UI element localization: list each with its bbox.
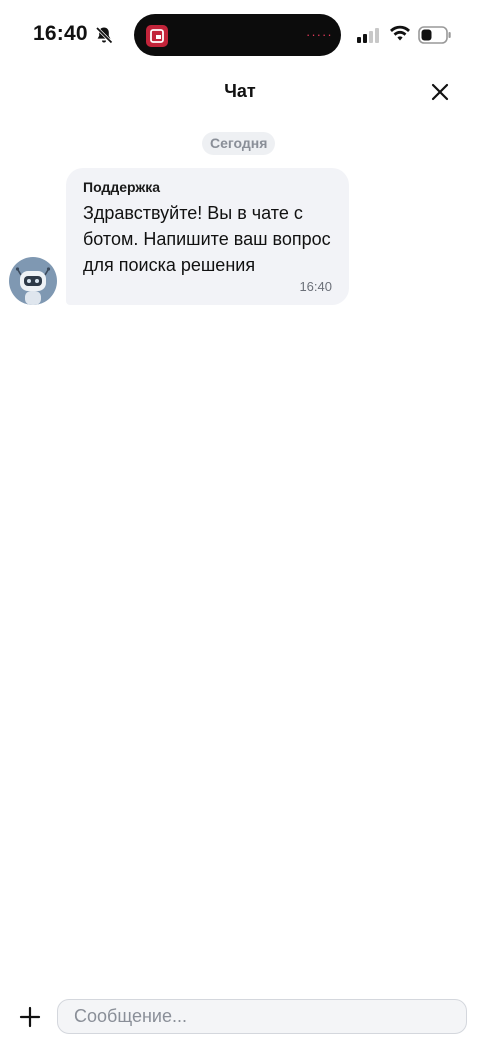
avatar (9, 257, 57, 305)
message-sender: Поддержка (83, 179, 161, 195)
app-badge-icon (146, 25, 168, 47)
battery-icon (418, 26, 451, 44)
close-button[interactable] (424, 76, 456, 108)
date-separator: Сегодня (202, 132, 276, 155)
page-title: Чат (224, 81, 256, 101)
message-time: 16:40 (299, 279, 332, 294)
status-bar: 16:40 ····· (0, 0, 480, 70)
add-attachment-button[interactable] (13, 1000, 47, 1034)
message-text: Здравствуйте! Вы в чате с ботом. Напишит… (83, 203, 331, 275)
wifi-icon (390, 25, 410, 41)
plus-icon (19, 1006, 41, 1028)
signal-icon (357, 28, 379, 43)
message-input[interactable] (57, 999, 467, 1034)
bell-off-icon (95, 26, 113, 44)
message-bubble: Поддержка Здравствуйте! Вы в чате с бото… (66, 168, 349, 305)
close-icon (431, 83, 449, 101)
island-indicator: ····· (306, 27, 333, 42)
chat-header: Чат (0, 70, 480, 114)
status-time: 16:40 (33, 22, 88, 45)
robot-icon (15, 267, 51, 305)
